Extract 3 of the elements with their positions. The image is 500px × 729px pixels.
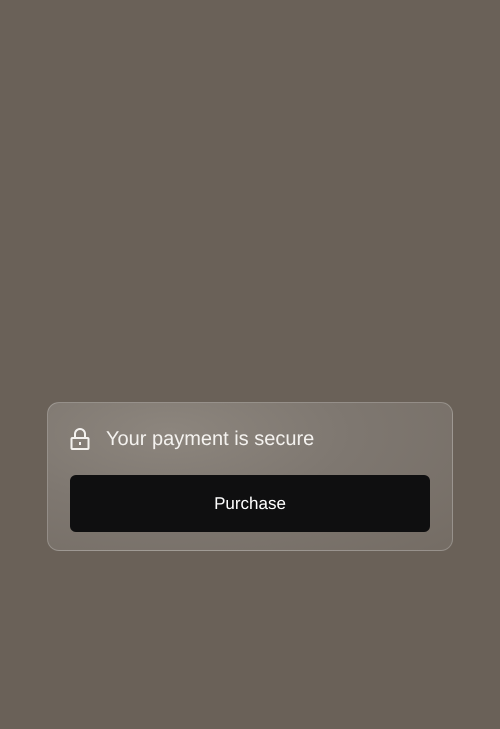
purchase-button[interactable]: Purchase — [70, 475, 430, 532]
secure-payment-text: Your payment is secure — [106, 427, 314, 452]
lock-icon — [70, 428, 90, 450]
